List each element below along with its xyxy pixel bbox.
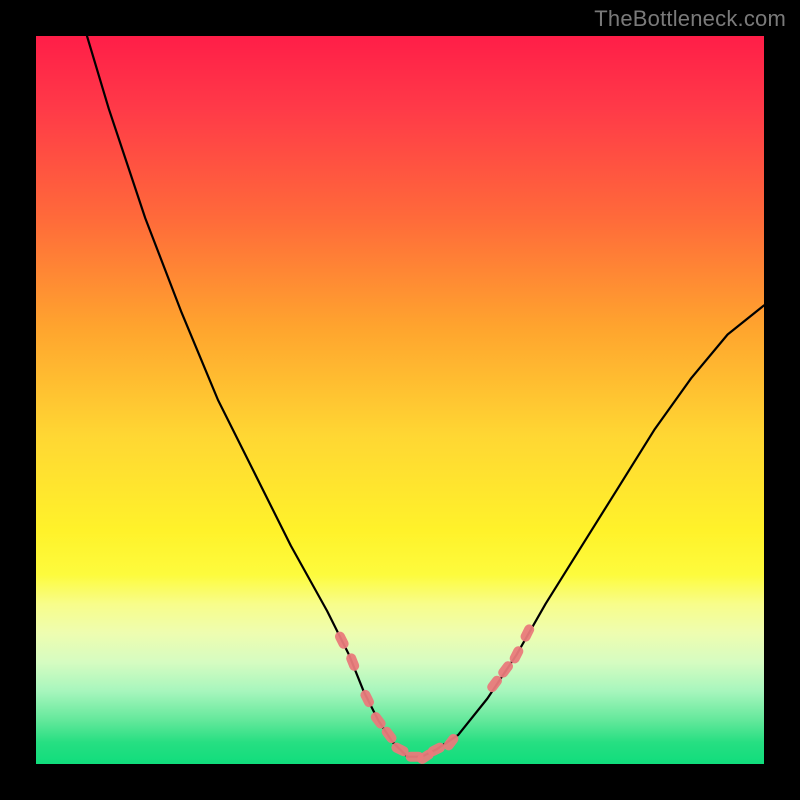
curve-marker [333,630,350,651]
watermark-text: TheBottleneck.com [594,6,786,32]
curve-marker [345,652,361,672]
curve-marker [359,688,376,709]
curve-markers [333,623,536,764]
chart-svg [36,36,764,764]
chart-frame: TheBottleneck.com [0,0,800,800]
bottleneck-curve [87,36,764,757]
plot-area [36,36,764,764]
